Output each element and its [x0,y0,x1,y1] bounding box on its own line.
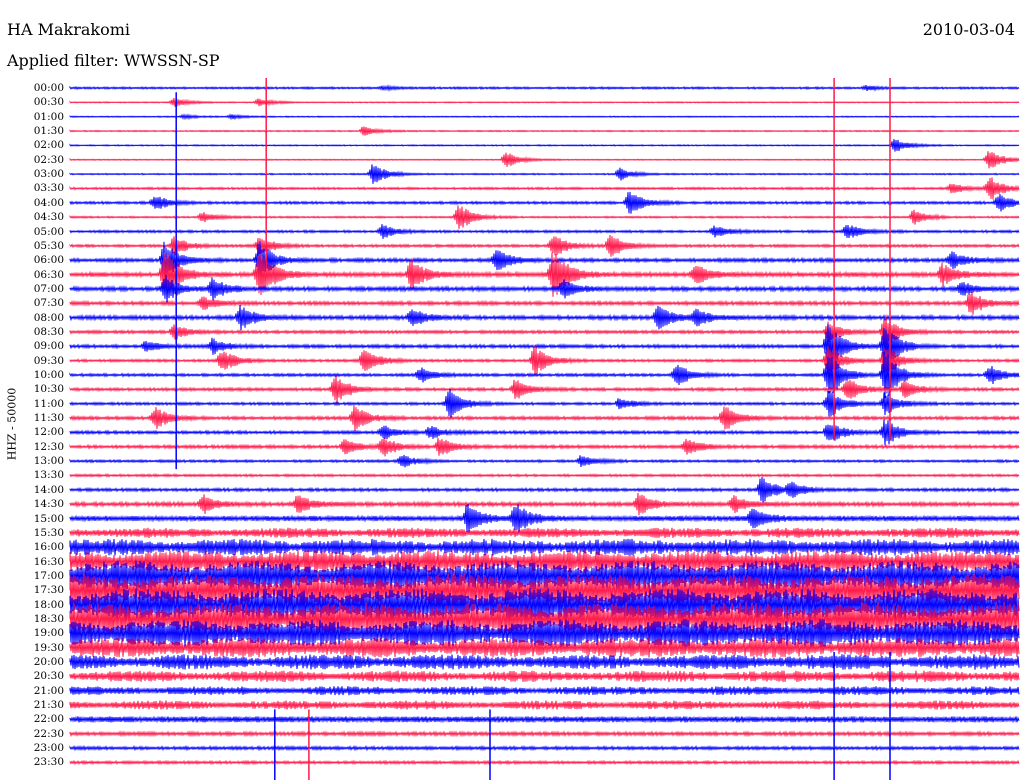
trace-row-0800 [69,304,1020,331]
trace-row-1200 [69,419,1020,446]
trace-row-1400 [69,477,1020,503]
trace-row-0200 [69,139,1020,152]
trace-row-0430 [69,205,1020,229]
trace-row-0400 [69,191,1020,214]
trace-row-2030 [69,670,1020,683]
trace-row-0100 [69,113,1020,121]
trace-row-2330 [69,759,1020,766]
seismogram-page: HA Makrakomi Applied filter: WWSSN-SP 20… [0,0,1024,780]
trace-row-2230 [69,730,1020,738]
trace-row-0330 [69,177,1020,200]
trace-row-2000 [69,654,1020,670]
trace-row-1130 [69,405,1020,431]
trace-row-0230 [69,151,1020,169]
trace-row-1530 [69,527,1020,539]
trace-row-0530 [69,234,1020,257]
trace-row-2100 [69,686,1020,696]
trace-row-1100 [69,388,1020,419]
trace-row-2130 [69,700,1020,710]
trace-row-0030 [69,97,1020,107]
helicorder-plot [69,78,1020,780]
trace-row-1330 [69,473,1020,478]
trace-row-1030 [69,375,1020,404]
trace-row-0700 [69,274,1020,303]
trace-row-2200 [69,715,1020,724]
trace-row-2300 [69,744,1020,752]
trace-row-0500 [69,224,1020,239]
trace-row-0300 [69,164,1020,184]
trace-row-1230 [69,437,1020,457]
trace-row-0130 [69,126,1020,136]
trace-row-1500 [69,503,1020,534]
trace-row-1300 [69,454,1020,468]
trace-row-1430 [69,492,1020,516]
trace-row-0000 [69,84,1020,92]
